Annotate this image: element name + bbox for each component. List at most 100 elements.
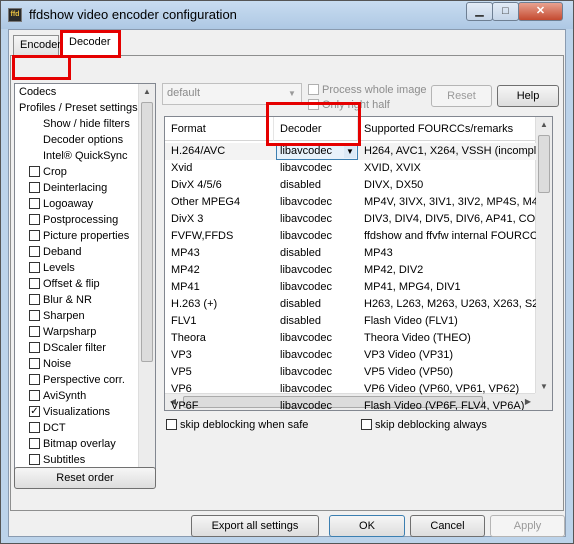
process-whole-image-label: Process whole image [322, 84, 427, 96]
table-cell: Flash Video (FLV1) [364, 315, 458, 327]
sidebar-item-label: Postprocessing [43, 214, 119, 226]
scroll-corner [535, 393, 552, 410]
table-cell: VP6F [171, 400, 199, 411]
sidebar-item-checkbox[interactable] [29, 198, 40, 209]
sidebar-item-checkbox[interactable] [29, 262, 40, 273]
close-button[interactable]: ✕ [518, 2, 563, 21]
sidebar-item-label: Offset & flip [43, 278, 100, 290]
table-cell: disabled [280, 247, 321, 259]
tree-scroll-thumb[interactable] [141, 102, 153, 362]
sidebar-item-label: Deband [43, 246, 82, 258]
scroll-up-icon[interactable]: ▲ [139, 84, 155, 100]
sidebar-item-checkbox[interactable] [29, 278, 40, 289]
sidebar-item-label: DScaler filter [43, 342, 106, 354]
sidebar-item-checkbox[interactable] [29, 182, 40, 193]
table-cell: Xvid [171, 162, 193, 174]
export-settings-button[interactable]: Export all settings [191, 515, 319, 537]
sidebar-item-checkbox[interactable] [29, 438, 40, 449]
table-row[interactable]: MP42 libavcodec MP42, DIV2 [165, 262, 536, 279]
sidebar-item-label: Picture properties [43, 230, 130, 242]
table-row[interactable]: Other MPEG4 libavcodec MP4V, 3IVX, 3IV1, 3… [165, 194, 536, 211]
table-row[interactable]: Theora libavcodec Theora Video (THEO) [165, 330, 536, 347]
sidebar-item-label: Logoaway [43, 198, 94, 210]
sidebar-item-checkbox[interactable] [29, 166, 40, 177]
skip-deblocking-always-checkbox[interactable]: skip deblocking always [361, 419, 487, 431]
table-cell: MP41, MPG4, DIV1 [364, 281, 461, 293]
checkbox-box [361, 419, 372, 430]
table-row[interactable]: VP5 libavcodec VP5 Video (VP50) [165, 364, 536, 381]
column-header-format[interactable]: Format [165, 117, 274, 141]
tree-scrollbar[interactable]: ▲ ▼ [138, 84, 155, 482]
config-window: ffd ffdshow video encoder configuration … [0, 0, 574, 544]
table-row[interactable]: MP43 disabled MP43 [165, 245, 536, 262]
sidebar-item-checkbox[interactable]: ✓ [29, 406, 40, 417]
table-cell: MP43 [364, 247, 393, 259]
table-cell: H.263 (+) [171, 298, 218, 310]
table-cell: MP43 [171, 247, 200, 259]
sidebar-item-checkbox[interactable] [29, 294, 40, 305]
table-scroll-thumb[interactable] [538, 135, 550, 193]
table-cell: DivX 3 [171, 213, 204, 225]
scroll-up-icon[interactable]: ▲ [536, 117, 552, 133]
table-row[interactable]: FLV1 disabled Flash Video (FLV1) [165, 313, 536, 330]
table-row[interactable]: VP3 libavcodec VP3 Video (VP31) [165, 347, 536, 364]
help-button[interactable]: Help [497, 85, 559, 107]
apply-button[interactable]: Apply [490, 515, 565, 537]
sidebar-item-label: Subtitles [43, 454, 86, 466]
sidebar-item-checkbox[interactable] [29, 390, 40, 401]
table-cell: libavcodec [280, 400, 332, 411]
codec-table: Format Decoder Supported FOURCCs/remarks… [164, 116, 553, 411]
table-cell: disabled [280, 179, 321, 191]
sidebar-item-checkbox[interactable] [29, 310, 40, 321]
reset-order-button[interactable]: Reset order [14, 467, 156, 489]
title-bar[interactable]: ffd ffdshow video encoder configuration … [1, 1, 573, 29]
sidebar-item-checkbox[interactable] [29, 326, 40, 337]
table-cell: DIV3, DIV4, DIV5, DIV6, AP41, COL [364, 213, 536, 225]
table-row[interactable]: H.263 (+) disabled H263, L263, M263, U263,… [165, 296, 536, 313]
table-row[interactable]: DivX 4/5/6 disabled DIVX, DX50 [165, 177, 536, 194]
table-cell: MP42 [171, 264, 200, 276]
sidebar-item-label: DCT [43, 422, 66, 434]
ok-button[interactable]: OK [329, 515, 405, 537]
cancel-button[interactable]: Cancel [410, 515, 485, 537]
table-row[interactable]: Xvid libavcodec XVID, XVIX [165, 160, 536, 177]
sidebar-item-label: Profiles / Preset settings [19, 102, 138, 114]
table-cell: libavcodec [280, 196, 332, 208]
table-row[interactable]: FVFW,FFDS libavcodec ffdshow and ffvfw int… [165, 228, 536, 245]
reset-button[interactable]: Reset [431, 85, 492, 107]
table-cell: Theora [171, 332, 206, 344]
table-cell: libavcodec [280, 264, 332, 276]
table-row[interactable]: DivX 3 libavcodec DIV3, DIV4, DIV5, DIV6, … [165, 211, 536, 228]
minimize-button[interactable]: ▁ [466, 2, 493, 21]
sidebar-item-checkbox[interactable] [29, 342, 40, 353]
sidebar-item-checkbox[interactable] [29, 422, 40, 433]
table-cell: Theora Video (THEO) [364, 332, 471, 344]
table-cell: FLV1 [171, 315, 197, 327]
table-row[interactable]: VP6 libavcodec VP6 Video (VP60, VP61, VP62… [165, 381, 536, 398]
maximize-button[interactable]: □ [492, 2, 519, 21]
table-row[interactable]: MP41 libavcodec MP41, MPG4, DIV1 [165, 279, 536, 296]
table-cell: libavcodec [280, 230, 332, 242]
sidebar-item-label: Show / hide filters [43, 118, 130, 130]
sidebar-item-checkbox[interactable] [29, 246, 40, 257]
sidebar-item-label: Blur & NR [43, 294, 92, 306]
checkbox-box [308, 84, 319, 95]
sidebar-item-checkbox[interactable] [29, 230, 40, 241]
table-row[interactable]: VP6F libavcodec Flash Video (VP6F, FLV4, V… [165, 398, 536, 411]
skip-deblocking-safe-checkbox[interactable]: skip deblocking when safe [166, 419, 308, 431]
sidebar-item-checkbox[interactable] [29, 454, 40, 465]
table-cell: VP3 Video (VP31) [364, 349, 454, 361]
process-whole-image-checkbox[interactable]: Process whole image [308, 84, 427, 96]
table-vertical-scrollbar[interactable]: ▲ ▼ [535, 117, 552, 395]
sidebar-item-checkbox[interactable] [29, 358, 40, 369]
table-cell: VP6 [171, 383, 192, 395]
column-header-fourccs[interactable]: Supported FOURCCs/remarks [358, 117, 536, 141]
table-cell: disabled [280, 298, 321, 310]
tab-encoder[interactable]: Encoder [13, 35, 61, 55]
sidebar-item-label: AviSynth [43, 390, 87, 402]
sidebar-item-checkbox[interactable] [29, 374, 40, 385]
sidebar-item-checkbox[interactable] [29, 214, 40, 225]
highlight-codecs-item [12, 55, 71, 80]
highlight-decoder-tab [60, 30, 121, 58]
table-cell: VP5 Video (VP50) [364, 366, 454, 378]
